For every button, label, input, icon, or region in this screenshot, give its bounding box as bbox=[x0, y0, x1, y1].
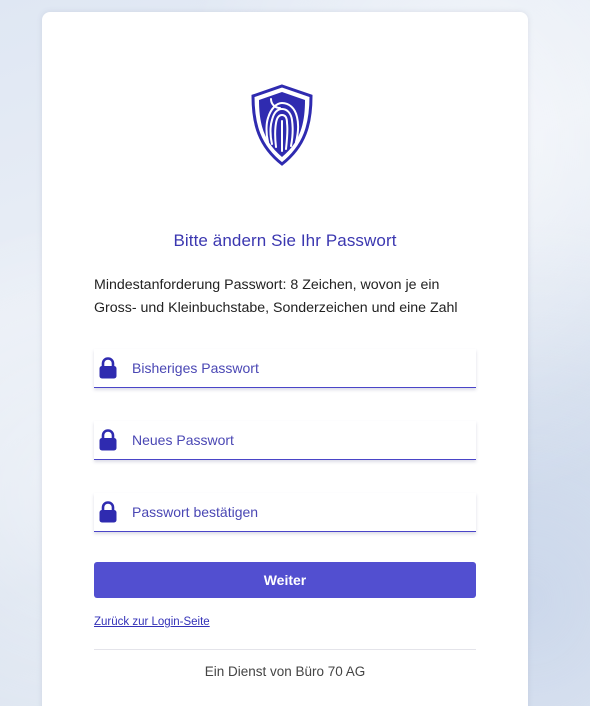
lock-icon bbox=[99, 357, 117, 379]
password-requirements: Mindestanforderung Passwort: 8 Zeichen, … bbox=[94, 277, 458, 316]
confirm-password-input[interactable] bbox=[132, 504, 462, 520]
change-password-card: Bitte ändern Sie Ihr Passwort Mindestanf… bbox=[42, 12, 528, 706]
page-title: Bitte ändern Sie Ihr Passwort bbox=[173, 231, 397, 250]
current-password-field[interactable] bbox=[94, 349, 476, 388]
new-password-field[interactable] bbox=[94, 421, 476, 460]
lock-icon bbox=[99, 501, 117, 523]
back-to-login-link[interactable]: Zurück zur Login-Seite bbox=[94, 616, 210, 628]
confirm-password-field[interactable] bbox=[94, 493, 476, 532]
footer-text: Ein Dienst von Büro 70 AG bbox=[204, 664, 366, 679]
lock-icon bbox=[99, 429, 117, 451]
new-password-input[interactable] bbox=[132, 432, 462, 448]
submit-button[interactable]: Weiter bbox=[94, 562, 476, 598]
current-password-input[interactable] bbox=[132, 360, 462, 376]
footer-divider bbox=[94, 649, 476, 650]
shield-fingerprint-icon bbox=[251, 84, 313, 166]
